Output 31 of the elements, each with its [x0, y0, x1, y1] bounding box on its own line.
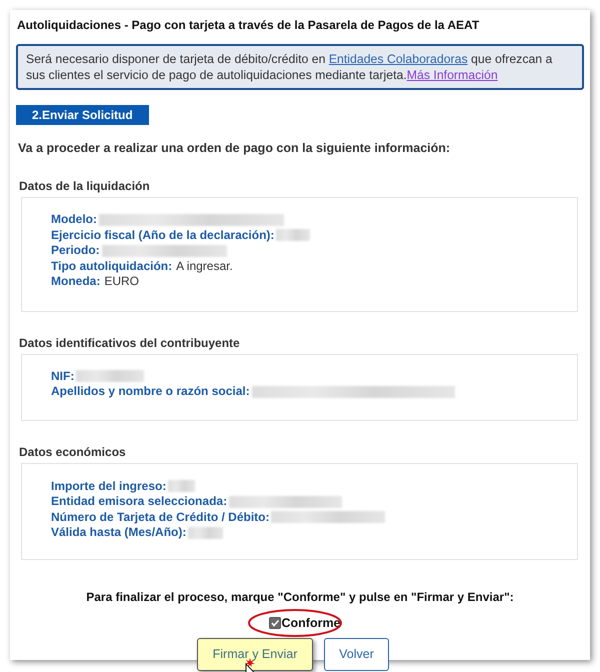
instruction-text: Para finalizar el proceso, marque "Conforme" y pulse en "Firmar y Enviar":: [85, 590, 515, 604]
checkbox-label: Conforme: [281, 616, 341, 630]
window-title: Autoliquidaciones - Pago con tarjeta a través de la Pasarela de Pagos de la AEAT: [16, 18, 480, 32]
section-title: Datos económicos: [18, 444, 127, 458]
field-label: Entidad emisora seleccionada:: [51, 494, 228, 510]
back-button[interactable]: Volver: [324, 638, 389, 670]
field-value: A ingresar.: [176, 258, 233, 274]
checkbox[interactable]: [269, 616, 282, 628]
notice-text: Será necesario disponer de tarjeta de débito/crédito en Entidades Colaboradoras que ofrezcan a sus clientes el servicio de pago de autoliquidaciones mediante tarjeta.Más Información: [26, 52, 552, 82]
field-label: Válida hasta (Mes/Año):: [51, 525, 186, 540]
field-label: Apellidos y nombre o razón social:: [51, 384, 250, 400]
field-label: Ejercicio fiscal (Año de la declaración):: [51, 228, 274, 243]
blurred-value: [168, 480, 196, 492]
intro-text: Va a proceder a realizar una orden de pago con la siguiente información:: [17, 141, 452, 155]
field-label: Moneda:: [51, 274, 100, 290]
field-label: Periodo:: [51, 243, 100, 258]
blurred-value: [188, 526, 224, 539]
field-label: Tipo autoliquidación:: [51, 258, 172, 274]
blurred-value: [76, 370, 144, 382]
field-label: Modelo:: [51, 212, 97, 228]
field-label: Número de Tarjeta de Crédito / Débito:: [51, 510, 270, 525]
link[interactable]: Entidades Colaboradoras: [328, 52, 468, 66]
field-label: NIF:: [51, 368, 74, 384]
field-value: EURO: [104, 274, 140, 290]
sign-button[interactable]: Firmar y Enviar: [197, 638, 313, 670]
section-title: Datos de la liquidación: [18, 179, 151, 193]
field-label: Importe del ingreso:: [51, 478, 166, 494]
step-label: 2.Enviar Solicitud: [16, 105, 149, 125]
blurred-value: [276, 229, 310, 242]
section-title: Datos identificativos del contribuyente: [18, 336, 241, 350]
link[interactable]: Más Información: [406, 68, 498, 82]
